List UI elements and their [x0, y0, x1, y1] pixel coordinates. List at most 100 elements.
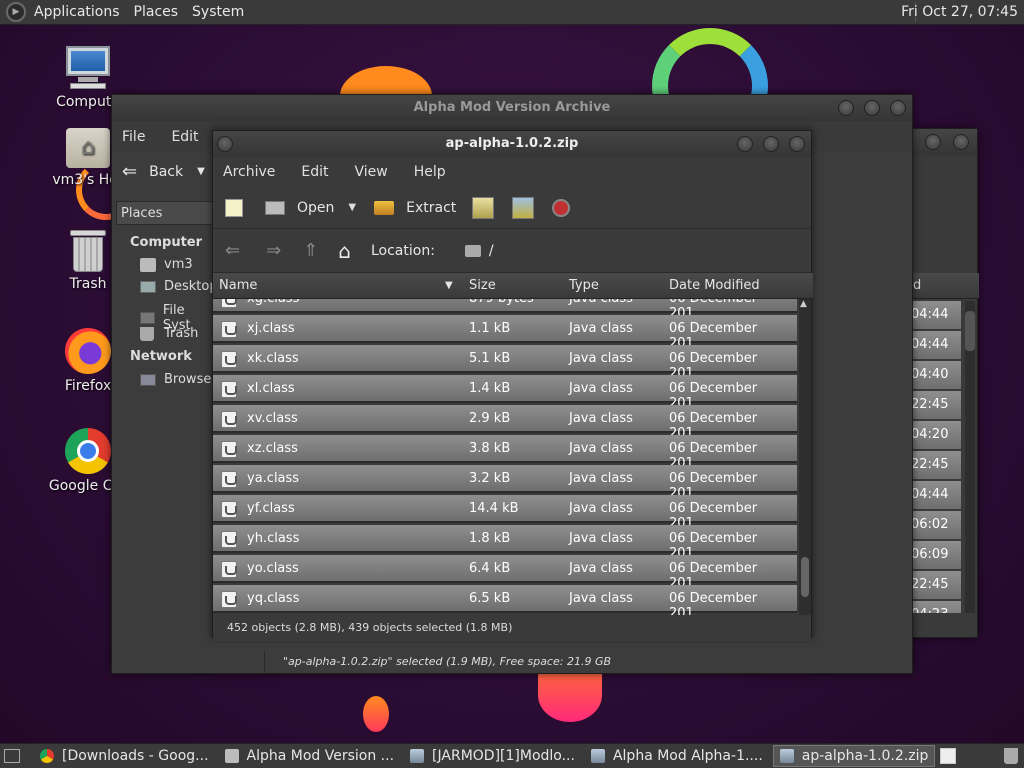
clock[interactable]: Fri Oct 27, 07:45 [901, 4, 1018, 20]
task-label: ap-alpha-1.0.2.zip [801, 748, 929, 764]
archive-titlebar[interactable]: ap-alpha-1.0.2.zip [213, 131, 811, 157]
workspace-switcher-icon[interactable] [940, 748, 956, 764]
taskbar-task[interactable]: ap-alpha-1.0.2.zip [772, 745, 936, 767]
window-minimize-button[interactable] [838, 100, 854, 116]
menu-archive[interactable]: Archive [223, 164, 275, 180]
cell-name: yo.class [247, 561, 299, 576]
list-item[interactable]: 22:45 [911, 571, 961, 599]
cell-size: 3.8 kB [469, 441, 511, 456]
list-item[interactable]: 04:44 [911, 331, 961, 359]
window-close-button[interactable] [789, 136, 805, 152]
table-row[interactable]: yo.class 6.4 kB Java class 06 December 201.… [213, 555, 797, 591]
file-manager-titlebar[interactable]: Alpha Mod Version Archive [112, 95, 912, 121]
table-row[interactable]: xg.class879 bytesJava class06 December 2… [213, 299, 797, 321]
menu-help[interactable]: Help [414, 164, 446, 180]
extract-label: Extract [406, 199, 457, 216]
sidebar-item-trash[interactable]: Trash [140, 326, 198, 341]
menu-edit[interactable]: Edit [171, 129, 198, 145]
taskbar-task[interactable]: [Downloads - Goog... [34, 745, 215, 767]
show-desktop-icon[interactable] [4, 749, 20, 763]
menu-places[interactable]: Places [134, 4, 179, 20]
window-extra-button[interactable] [953, 134, 969, 150]
cell-type: Java class [569, 321, 633, 336]
menu-system[interactable]: System [192, 4, 244, 20]
table-row[interactable]: ya.class 3.2 kB Java class 06 December 201.… [213, 465, 797, 501]
list-item[interactable]: 22:45 [911, 391, 961, 419]
back-button[interactable]: ⇐ Back ▼ [122, 161, 205, 182]
list-item[interactable]: 04:44 [911, 301, 961, 329]
taskbar-task[interactable]: Alpha Mod Version ... [219, 745, 401, 767]
list-item[interactable]: 06:02 [911, 511, 961, 539]
sidebar-item-vm3[interactable]: vm3 [140, 257, 193, 272]
table-row[interactable]: xv.class 2.9 kB Java class 06 December 201.… [213, 405, 797, 441]
cell-type: Java class [569, 381, 633, 396]
menu-view[interactable]: View [355, 164, 388, 180]
window-maximize-button[interactable] [864, 100, 880, 116]
cell-size: 6.4 kB [469, 561, 511, 576]
window-menu-button[interactable] [925, 134, 941, 150]
back-arrow-icon: ⇐ [122, 161, 138, 182]
table-row[interactable]: yq.class 6.5 kB Java class 06 December 201.… [213, 585, 797, 615]
cell-size: 879 bytes [469, 299, 534, 306]
scrollbar-thumb[interactable] [801, 557, 809, 597]
list-item[interactable]: 04:44 [911, 481, 961, 509]
sidebar-item-browse-network[interactable]: Browse [140, 372, 211, 387]
menu-applications[interactable]: Applications [34, 4, 120, 20]
window-maximize-button[interactable] [763, 136, 779, 152]
cell-name: yq.class [247, 591, 300, 606]
scroll-up-icon[interactable]: ▲ [800, 299, 807, 309]
status-text: 452 objects (2.8 MB), 439 objects select… [227, 621, 513, 634]
open-dropdown-chevron-icon[interactable]: ▼ [348, 202, 356, 213]
table-row[interactable]: xk.class 5.1 kB Java class 06 December 201.… [213, 345, 797, 381]
archive-scrollbar[interactable]: ▲ [799, 299, 811, 615]
window-close-button[interactable] [890, 100, 906, 116]
distro-logo-icon[interactable]: ▶ [6, 2, 26, 22]
open-button[interactable]: Open [265, 200, 334, 216]
location-path[interactable]: / [489, 243, 494, 259]
new-archive-icon[interactable] [225, 198, 243, 217]
taskbar-task[interactable]: Alpha Mod Alpha-1.... [585, 745, 769, 767]
table-row[interactable]: xj.class 1.1 kB Java class 06 December 201.… [213, 315, 797, 351]
wallpaper-pink-blob [538, 668, 602, 722]
column-size[interactable]: Size [469, 278, 496, 293]
forward-arrow-icon[interactable]: ⇒ [266, 240, 281, 261]
table-row[interactable]: yf.class 14.4 kB Java class 06 December 201… [213, 495, 797, 531]
back-arrow-icon[interactable]: ⇐ [225, 240, 240, 261]
window-minimize-button[interactable] [737, 136, 753, 152]
archive-statusbar: 452 objects (2.8 MB), 439 objects select… [213, 615, 811, 641]
column-date-modified[interactable]: Date Modified [669, 278, 760, 293]
add-folder-icon[interactable] [512, 196, 535, 219]
open-label: Open [297, 199, 335, 216]
taskbar-task[interactable]: [JARMOD][1]Modlo... [404, 745, 581, 767]
list-item[interactable]: 06:09 [911, 541, 961, 569]
window-title: ap-alpha-1.0.2.zip [445, 136, 579, 151]
window-menu-button[interactable] [217, 136, 233, 152]
sort-chevron-icon[interactable]: ▼ [445, 280, 453, 291]
places-dropdown[interactable]: Places [116, 201, 214, 225]
java-class-icon [221, 501, 237, 518]
table-row[interactable]: xz.class 3.8 kB Java class 06 December 201.… [213, 435, 797, 471]
sidebar-item-desktop[interactable]: Desktop [140, 279, 218, 294]
column-date[interactable]: d [913, 278, 921, 293]
java-class-icon [221, 591, 237, 608]
column-type[interactable]: Type [569, 278, 599, 293]
list-item[interactable]: 04:40 [911, 361, 961, 389]
column-name[interactable]: Name [219, 278, 257, 293]
archive-manager-window[interactable]: ap-alpha-1.0.2.zip Archive Edit View Hel… [212, 130, 813, 641]
up-arrow-icon[interactable]: ⇑ [303, 240, 318, 261]
right-window-scrollbar[interactable] [965, 301, 975, 613]
extract-button[interactable]: Extract [374, 200, 456, 216]
add-files-icon[interactable] [472, 196, 495, 219]
list-item[interactable]: 04:23 [911, 601, 961, 613]
table-row[interactable]: xl.class 1.4 kB Java class 06 December 201.… [213, 375, 797, 411]
list-item[interactable]: 04:20 [911, 421, 961, 449]
menu-file[interactable]: File [122, 129, 145, 145]
chrome-icon [40, 749, 54, 763]
stop-icon[interactable] [552, 198, 571, 217]
home-icon[interactable]: ⌂ [338, 239, 351, 263]
list-item[interactable]: 22:45 [911, 451, 961, 479]
table-row[interactable]: yh.class 1.8 kB Java class 06 December 201.… [213, 525, 797, 561]
trash-applet-icon[interactable] [1004, 748, 1018, 764]
menu-edit[interactable]: Edit [301, 164, 328, 180]
cell-name: xv.class [247, 411, 298, 426]
